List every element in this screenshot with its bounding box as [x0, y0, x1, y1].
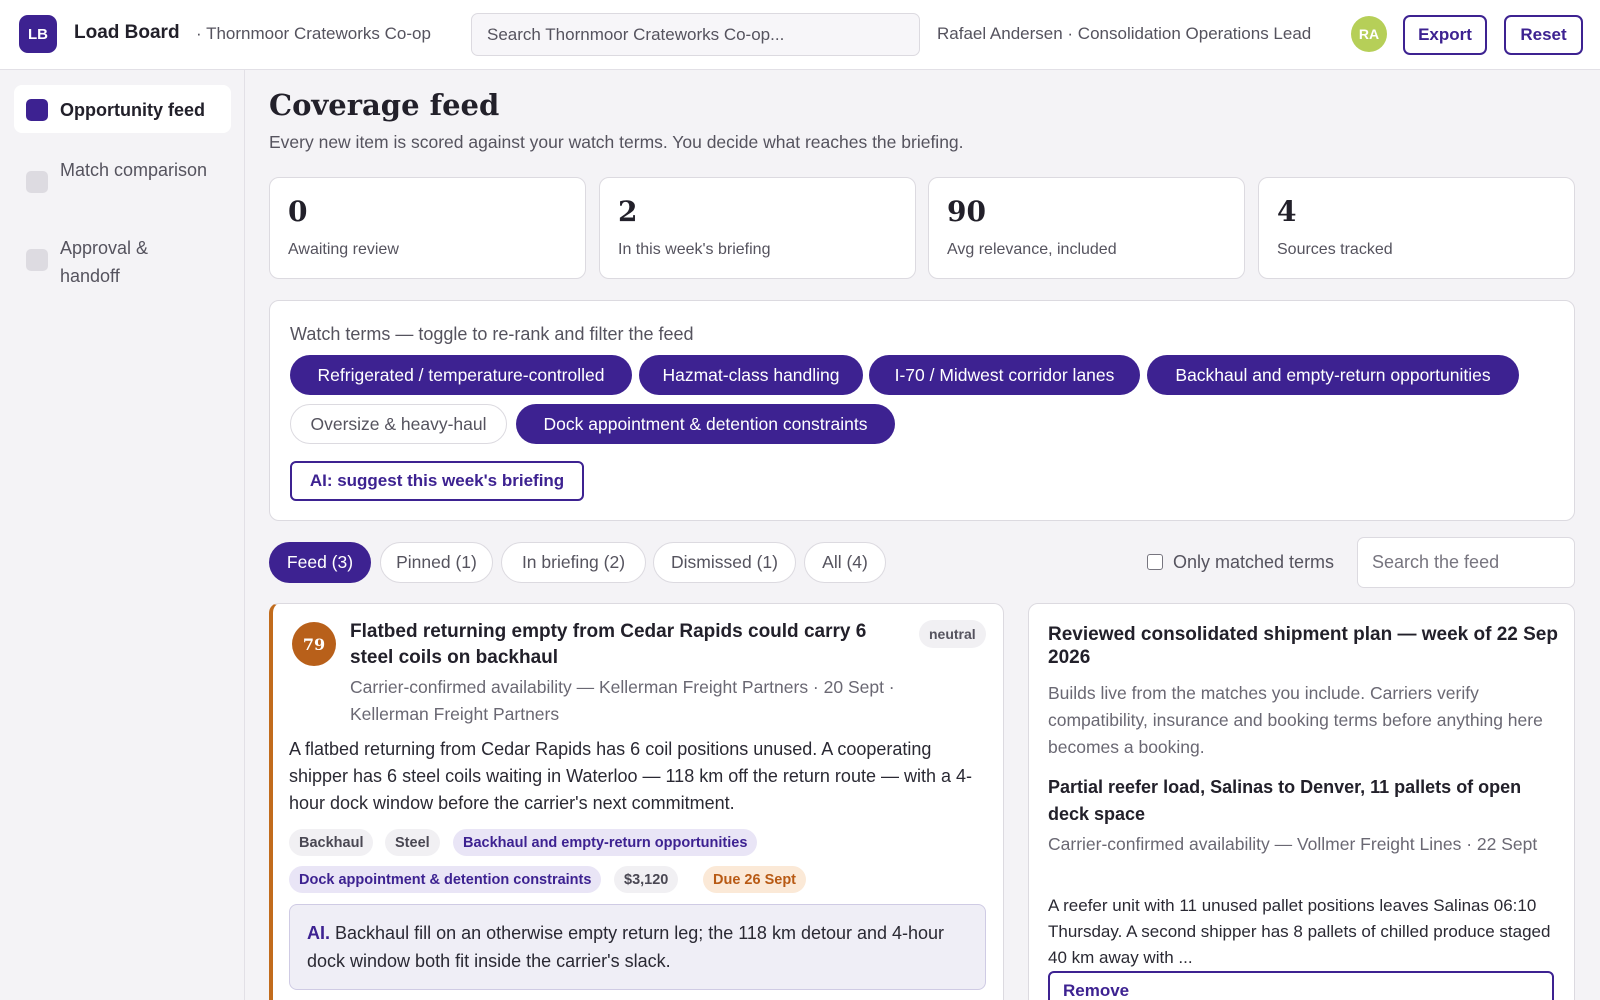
only-matched-label[interactable]: Only matched terms [1173, 552, 1334, 573]
sidebar-item-label: Match comparison [60, 160, 208, 180]
matched-term-tag: Dock appointment & detention constraints [289, 866, 602, 893]
tag: Backhaul [289, 829, 374, 856]
watch-term-chip[interactable]: Oversize & heavy-haul [290, 404, 507, 444]
app-logo: LB [19, 15, 57, 53]
only-matched-checkbox[interactable] [1147, 554, 1163, 570]
matched-term-tag: Backhaul and empty-return opportunities [453, 829, 758, 856]
briefing-panel: Reviewed consolidated shipment plan — we… [1028, 603, 1575, 1000]
stat-in-briefing: 2 In this week's briefing [599, 177, 916, 279]
stat-avg-relevance: 90 Avg relevance, included [928, 177, 1245, 279]
feed-card-body: A flatbed returning from Cedar Rapids ha… [289, 739, 972, 813]
tab-in-briefing[interactable]: In briefing (2) [501, 542, 646, 583]
sentiment-badge: neutral [919, 620, 986, 648]
briefing-description: Builds live from the matches you include… [1048, 683, 1543, 757]
top-bar: LB Load Board · Thornmoor Crateworks Co-… [0, 0, 1600, 70]
stat-value: 2 [618, 195, 638, 228]
sidebar-item-match-comparison[interactable]: Match comparison [14, 144, 231, 205]
feed-search-input[interactable]: Search the feed [1357, 537, 1575, 588]
watch-term-chip[interactable]: Dock appointment & detention constraints [516, 404, 895, 444]
reset-button[interactable]: Reset [1504, 15, 1583, 55]
tab-all[interactable]: All (4) [804, 542, 886, 583]
opportunity-feed-icon [26, 99, 48, 121]
sidebar-item-label: Opportunity feed [60, 100, 205, 120]
watch-term-chip[interactable]: I-70 / Midwest corridor lanes [869, 355, 1140, 395]
match-comparison-icon [26, 171, 48, 193]
avatar[interactable]: RA [1351, 16, 1387, 52]
relevance-score-badge: 79 [292, 622, 336, 666]
ai-label: AI. [307, 923, 331, 943]
tab-dismissed[interactable]: Dismissed (1) [653, 542, 796, 583]
stat-value: 0 [288, 195, 308, 228]
stat-awaiting-review: 0 Awaiting review [269, 177, 586, 279]
stat-label: In this week's briefing [618, 241, 771, 258]
stat-label: Avg relevance, included [947, 241, 1117, 258]
sidebar-item-approval-handoff[interactable]: Approval & handoff [14, 222, 231, 302]
watch-term-chip[interactable]: Hazmat-class handling [639, 355, 863, 395]
tab-feed[interactable]: Feed (3) [269, 542, 371, 583]
feed-card[interactable]: 79 Flatbed returning empty from Cedar Ra… [269, 603, 1004, 1000]
watch-term-chip[interactable]: Backhaul and empty-return opportunities [1147, 355, 1519, 395]
stat-value: 90 [947, 195, 986, 228]
briefing-item-title: Partial reefer load, Salinas to Denver, … [1048, 777, 1522, 824]
export-button[interactable]: Export [1403, 15, 1487, 55]
watch-term-chip[interactable]: Refrigerated / temperature-controlled [290, 355, 632, 395]
ai-summary-note: AI. Backhaul fill on an otherwise empty … [289, 904, 986, 990]
value-tag: $3,120 [614, 866, 679, 893]
sidebar-item-label: Approval & handoff [60, 238, 149, 286]
remove-button[interactable]: Remove [1048, 971, 1554, 1000]
global-search-input[interactable]: Search Thornmoor Crateworks Co-op... [471, 13, 920, 56]
watch-terms-panel: Watch terms — toggle to re-rank and filt… [269, 300, 1575, 521]
tab-pinned[interactable]: Pinned (1) [380, 542, 493, 583]
app-title: Load Board [74, 22, 180, 43]
due-date-tag: Due 26 Sept [703, 866, 806, 893]
ai-suggest-briefing-button[interactable]: AI: suggest this week's briefing [290, 461, 584, 501]
page-title: Coverage feed [269, 88, 500, 122]
stat-sources-tracked: 4 Sources tracked [1258, 177, 1575, 279]
briefing-item-meta: Carrier-confirmed availability — Vollmer… [1048, 834, 1538, 854]
feed-card-title[interactable]: Flatbed returning empty from Cedar Rapid… [350, 619, 910, 671]
briefing-item-body: A reefer unit with 11 unused pallet posi… [1048, 896, 1551, 967]
briefing-title: Reviewed consolidated shipment plan — we… [1048, 624, 1558, 668]
watch-terms-title: Watch terms — toggle to re-rank and filt… [290, 324, 694, 344]
sidebar-item-opportunity-feed[interactable]: Opportunity feed [14, 85, 231, 133]
tag: Steel [385, 829, 440, 856]
stat-label: Sources tracked [1277, 241, 1393, 258]
approval-handoff-icon [26, 249, 48, 271]
ai-summary-text: Backhaul fill on an otherwise empty retu… [307, 923, 945, 971]
stat-value: 4 [1277, 195, 1297, 228]
org-name: · Thornmoor Crateworks Co-op [196, 24, 431, 43]
sidebar: Opportunity feed Match comparison Approv… [0, 70, 245, 1000]
feed-card-meta: Carrier-confirmed availability — Kellerm… [350, 677, 895, 724]
page-subtitle: Every new item is scored against your wa… [269, 132, 964, 152]
stat-label: Awaiting review [288, 241, 399, 258]
user-identity: Rafael Andersen · Consolidation Operatio… [937, 24, 1312, 43]
